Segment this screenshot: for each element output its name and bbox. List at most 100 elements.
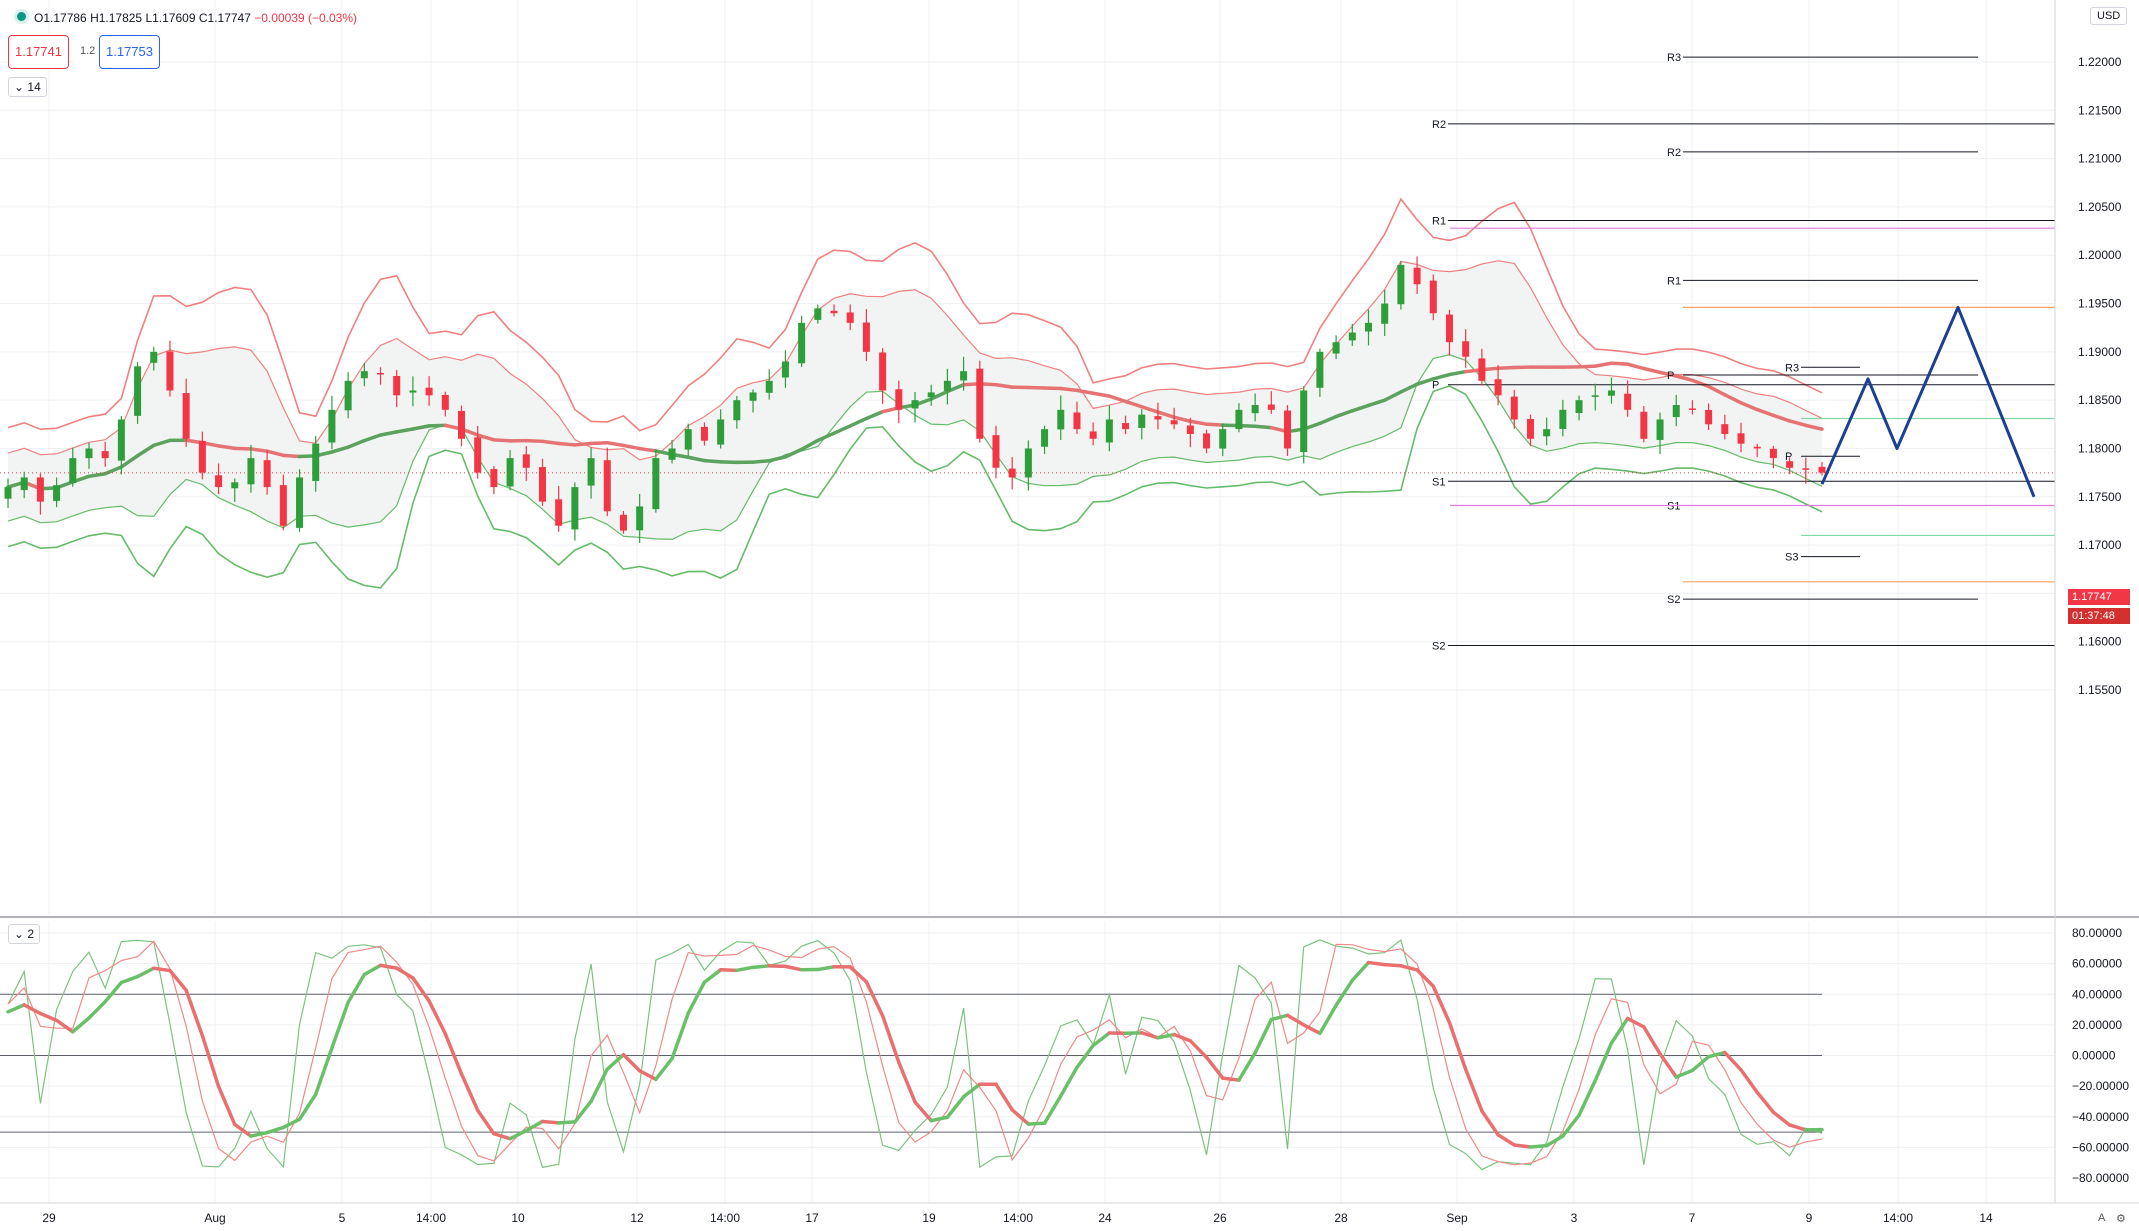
- osc-smooth-segment: [751, 964, 771, 970]
- pivot-left-label: R1: [1432, 215, 1446, 227]
- currency-button[interactable]: USD: [2090, 7, 2128, 25]
- time-tick-label: 14:00: [710, 1211, 740, 1225]
- osc-smooth-segment: [1172, 1032, 1193, 1043]
- candle-body: [215, 475, 223, 488]
- candle-body: [101, 451, 109, 459]
- time-tick-label: 19: [922, 1211, 936, 1225]
- auto-scale-button[interactable]: A: [2098, 1212, 2105, 1224]
- osc-smooth-segment: [297, 1092, 318, 1122]
- sub-indicator-toggle[interactable]: ⌄ 2: [8, 924, 41, 944]
- candle-body: [587, 458, 595, 486]
- osc-smooth-segment: [1593, 1041, 1614, 1083]
- osc-smooth-segment: [313, 1046, 334, 1097]
- slow-ma-segment: [637, 446, 658, 453]
- candle-body: [134, 366, 142, 416]
- candle-body: [619, 514, 627, 531]
- osc-fast-line: [7, 938, 1823, 1171]
- osc-smooth-segment: [718, 968, 739, 973]
- candle-body: [1332, 342, 1340, 354]
- osc-smooth-segment: [767, 964, 788, 969]
- osc-smooth-segment: [1512, 1143, 1533, 1149]
- slow-ma-segment: [1496, 365, 1517, 371]
- osc-smooth-segment: [216, 1084, 237, 1127]
- candle-body: [328, 409, 336, 443]
- candle-body: [943, 380, 951, 391]
- candle-body: [1526, 418, 1534, 439]
- price-tick-label: 1.21000: [2078, 152, 2122, 166]
- candle-body: [1348, 332, 1356, 341]
- chart-canvas[interactable]: R2R1PS1S2R3R2R1PS1S2R3PS3 1.220001.21500…: [0, 0, 2139, 1231]
- pivot-right-label: S2: [1667, 594, 1680, 606]
- settings-icon[interactable]: ⚙: [2116, 1212, 2126, 1225]
- sell-button[interactable]: 1.17741: [8, 35, 69, 69]
- chevron-down-icon: ⌄: [14, 80, 25, 94]
- slow-ma-segment: [249, 447, 269, 453]
- candle: [652, 449, 660, 513]
- osc-smooth-segment: [1755, 1090, 1776, 1115]
- slow-ma-segment: [573, 441, 593, 447]
- candle-body: [1138, 414, 1146, 428]
- slow-ma-segment: [864, 409, 885, 421]
- candle-body: [652, 458, 660, 510]
- candle: [1300, 386, 1308, 464]
- axes: 1.22000 1.21500 1.21000 1.20500 1.20000 1.195…: [0, 0, 2139, 1225]
- price-tick-label: 1.17500: [2078, 490, 2122, 504]
- candle-body: [409, 390, 417, 393]
- candle-body: [1381, 303, 1389, 324]
- osc-tick-label: −40.00000: [2072, 1110, 2129, 1124]
- osc-smooth-segment: [103, 980, 124, 1004]
- candle-body: [798, 322, 806, 364]
- osc-tick-label: 60.00000: [2072, 957, 2122, 971]
- candle: [458, 405, 465, 447]
- time-tick-label: Sep: [1446, 1211, 1468, 1225]
- osc-smooth-segment: [1496, 1133, 1517, 1147]
- osc-smooth-segment: [686, 980, 707, 1015]
- slow-ma-segment: [1577, 364, 1597, 369]
- candle-body: [85, 448, 93, 459]
- price-tick-label: 1.22000: [2078, 55, 2122, 69]
- price-tick-label: 1.20000: [2078, 248, 2122, 262]
- time-tick-label: 14:00: [1003, 1211, 1033, 1225]
- candle-body: [360, 371, 368, 379]
- live-status-icon: [17, 12, 26, 21]
- osc-smooth-segment: [1334, 978, 1355, 1008]
- candle-body: [490, 469, 498, 488]
- pivot-left-label: S1: [1432, 476, 1445, 488]
- candle-body: [1413, 267, 1421, 285]
- candle-body: [36, 477, 44, 502]
- candle-body: [247, 458, 255, 485]
- candle-body: [53, 485, 61, 501]
- candle-body: [879, 352, 887, 391]
- osc-smooth-segment: [1220, 1076, 1241, 1082]
- buy-button[interactable]: 1.17753: [99, 35, 160, 69]
- candle: [134, 362, 142, 424]
- price-tick-label: 1.18500: [2078, 393, 2122, 407]
- candle: [798, 315, 806, 368]
- candle-body: [263, 460, 271, 488]
- pivot-left-label: P: [1432, 380, 1439, 392]
- price-tick-label: 1.21500: [2078, 103, 2122, 117]
- time-tick-label: 14:00: [416, 1211, 446, 1225]
- candle-body: [895, 389, 903, 410]
- candle-body: [862, 322, 870, 352]
- candle-body: [441, 394, 449, 410]
- osc-tick-label: 80.00000: [2072, 926, 2122, 940]
- osc-smooth-segment: [475, 1108, 496, 1136]
- slow-ma-segment: [605, 441, 626, 448]
- osc-smooth-segment: [1447, 1020, 1468, 1072]
- candle-body: [474, 437, 482, 473]
- candle: [166, 340, 174, 397]
- main-indicator-toggle[interactable]: ⌄ 14: [8, 77, 47, 97]
- candle-body: [1041, 429, 1049, 447]
- last-price-tag: 1.17747: [2068, 589, 2130, 605]
- candle-body: [1170, 420, 1178, 425]
- osc-smooth-segment: [443, 1032, 464, 1076]
- osc-smooth-segment: [994, 1082, 1014, 1112]
- osc-smooth-segment: [200, 1033, 221, 1089]
- osc-smooth-segment: [1075, 1043, 1095, 1070]
- candle-body: [684, 429, 692, 450]
- candle: [1284, 405, 1292, 456]
- candle-body: [393, 375, 401, 396]
- oscillator-pane: [0, 938, 1824, 1171]
- candle-body: [198, 440, 206, 473]
